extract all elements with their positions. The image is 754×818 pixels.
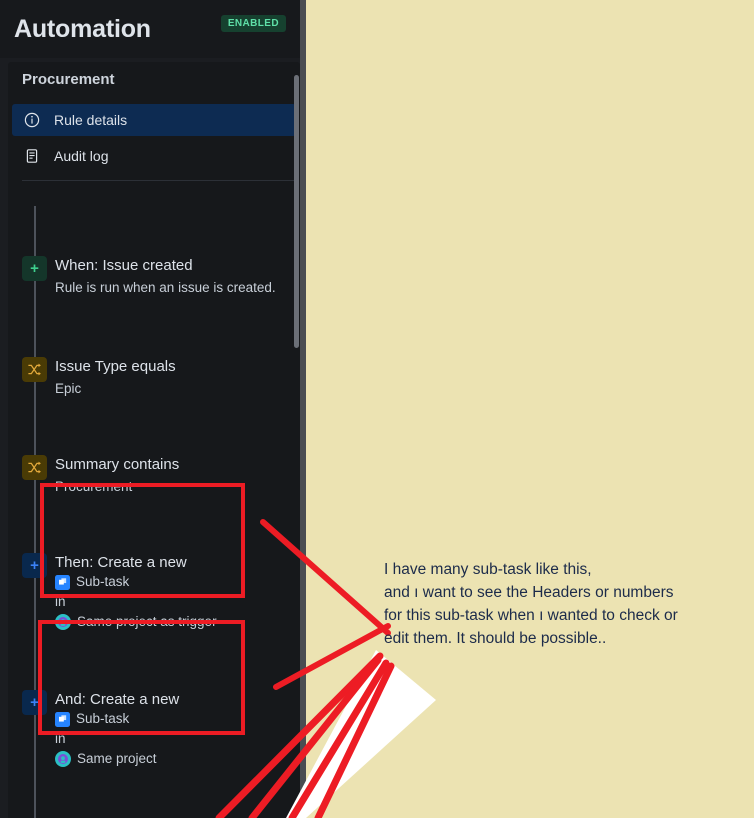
annotation-text: I have many sub-task like this, and ı wa… <box>384 561 678 647</box>
plus-icon: + <box>22 553 47 578</box>
issue-type-label: Sub-task <box>76 711 130 726</box>
project-name: Procurement <box>22 71 115 88</box>
project-label: Same project <box>77 751 157 766</box>
rule-tree: + When: Issue created Rule is run when a… <box>8 184 300 818</box>
annotation-wedge <box>286 650 436 818</box>
node-issue-type: Sub-task <box>55 709 296 729</box>
node-title: When: Issue created <box>55 257 193 274</box>
node-title: Issue Type equals <box>55 358 176 375</box>
panel-scrollbar-thumb[interactable] <box>294 75 299 348</box>
project-avatar-icon <box>55 751 71 767</box>
issue-type-label: Sub-task <box>76 574 130 589</box>
project-label: Same project as trigger <box>77 614 217 629</box>
node-title: Then: Create a new <box>55 554 187 571</box>
annotation-arrow-6 <box>314 662 395 818</box>
nav-divider <box>22 180 294 181</box>
node-title: Summary contains <box>55 456 180 473</box>
node-project: Same project <box>55 749 296 769</box>
annotation-arrow-5 <box>288 659 390 818</box>
panel-header: Automation ENABLED <box>0 0 300 58</box>
project-avatar-icon <box>55 614 71 630</box>
node-subtitle: Procurement <box>55 479 133 494</box>
plus-icon: + <box>22 690 47 715</box>
rule-detail-panel: Automation ENABLED Procurement Rule deta… <box>0 0 306 818</box>
sidebar-item-label: Rule details <box>54 112 128 128</box>
sidebar-item-label: Audit log <box>54 148 109 164</box>
sub-task-icon <box>55 711 70 727</box>
tree-spine <box>34 206 36 818</box>
sidebar-item-rule-details[interactable]: Rule details <box>12 104 296 136</box>
node-subtitle: Rule is run when an issue is created. <box>55 280 276 295</box>
automation-rule-screen: Automation ENABLED Procurement Rule deta… <box>0 0 754 818</box>
node-subtitle: Epic <box>55 381 82 396</box>
node-project: Same project as trigger <box>55 612 296 632</box>
panel-right-edge <box>300 0 306 818</box>
node-connector: in <box>55 731 66 746</box>
sub-task-icon <box>55 574 70 590</box>
node-title: And: Create a new <box>55 691 180 708</box>
node-connector: in <box>55 594 66 609</box>
status-badge: ENABLED <box>220 15 286 32</box>
plus-icon: + <box>22 256 47 281</box>
shuffle-icon <box>22 357 47 382</box>
page-title: Automation <box>14 14 151 43</box>
shuffle-icon <box>22 455 47 480</box>
node-issue-type: Sub-task <box>55 572 296 592</box>
sidebar-item-audit-log[interactable]: Audit log <box>12 140 296 172</box>
rule-nav: Procurement Rule details Audit log + Whe… <box>8 62 300 818</box>
document-log-icon <box>24 148 40 164</box>
info-circle-icon <box>24 112 40 128</box>
